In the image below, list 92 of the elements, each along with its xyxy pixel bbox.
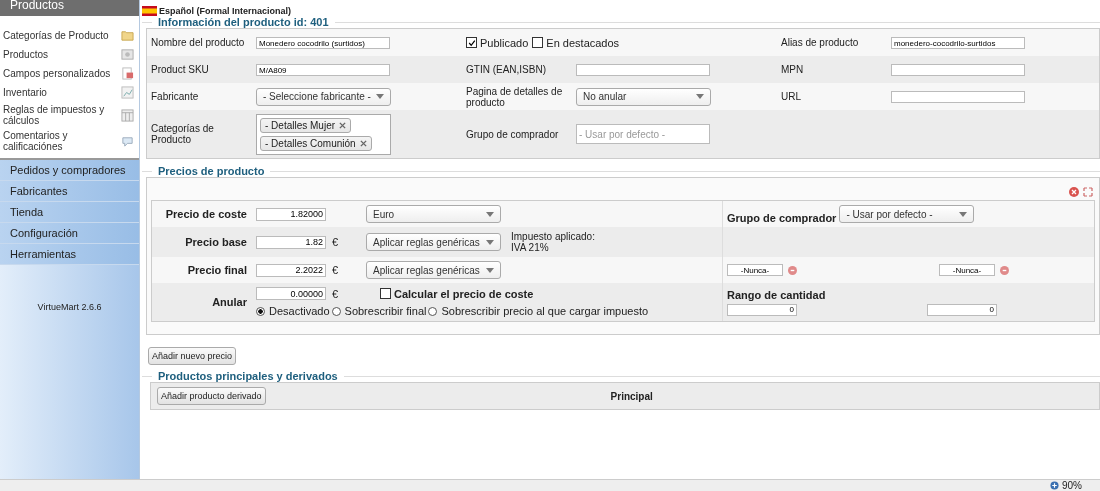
column-header: Principal xyxy=(610,390,653,402)
price-label: Precio final xyxy=(186,264,248,276)
sidebar-menu-item[interactable]: Herramientas xyxy=(0,244,139,265)
sidebar-menu-item[interactable]: Pedidos y compradores xyxy=(0,160,139,181)
field-label: Product SKU xyxy=(151,64,210,75)
chart-icon xyxy=(121,86,134,99)
sidebar-item[interactable]: Reglas de impuestos y cálculos xyxy=(0,102,139,128)
field-label: Nombre del producto xyxy=(151,37,246,48)
field-label: Categorías de Producto xyxy=(151,123,215,145)
field-label: Grupo de comprador xyxy=(466,128,560,140)
sidebar-item[interactable]: Comentarios y calificaciónes xyxy=(0,128,139,154)
caret-icon xyxy=(696,94,704,99)
table-icon xyxy=(121,108,134,122)
category-tag[interactable]: - Detalles Comunión xyxy=(260,135,372,151)
price-label: Precio base xyxy=(184,236,248,248)
text-field[interactable]: Monedero cocodrilo (surtidos) xyxy=(256,37,390,50)
dropdown[interactable]: Euro xyxy=(366,205,501,223)
expand-icon[interactable] xyxy=(1083,187,1093,197)
checkmark-icon xyxy=(467,38,476,47)
remove-icon[interactable] xyxy=(788,265,797,275)
caret-icon xyxy=(959,211,968,217)
field-label: GTIN (EAN,ISBN) xyxy=(466,64,547,75)
field-label: Grupo de comprador xyxy=(727,212,837,224)
remove-icon[interactable] xyxy=(359,139,367,147)
sidebar-header: Productos xyxy=(0,0,139,16)
radio-button[interactable]: Sobrescribir precio al que cargar impuesto xyxy=(428,305,649,317)
price-field[interactable]: 1.82000 xyxy=(256,207,326,221)
add-variant-button[interactable]: Añadir producto derivado xyxy=(157,387,266,405)
field-label: Pagina de detalles de producto xyxy=(466,85,564,108)
image-icon xyxy=(121,48,134,61)
quantity-field[interactable]: 0 xyxy=(727,303,797,316)
remove-icon[interactable] xyxy=(339,121,347,129)
quantity-field[interactable]: 0 xyxy=(927,303,997,316)
currency-symbol: € xyxy=(331,236,340,248)
document-icon xyxy=(121,67,134,80)
caret-icon xyxy=(486,239,494,245)
section-title: Productos principales y derivados xyxy=(157,370,339,382)
sidebar-item[interactable]: Categorías de Producto xyxy=(0,26,139,45)
sidebar-item[interactable]: Inventario xyxy=(0,83,139,102)
price-field[interactable]: 2.2022 xyxy=(256,263,326,277)
price-field[interactable]: 0.00000 xyxy=(256,287,326,300)
speech-bubble-icon xyxy=(121,134,134,148)
caret-icon xyxy=(486,211,494,217)
checkbox[interactable]: Calcular el precio de coste xyxy=(380,287,534,300)
folder-icon xyxy=(121,29,134,42)
dropdown[interactable]: - Seleccione fabricante - xyxy=(256,87,391,106)
radio-button[interactable]: Desactivado xyxy=(256,305,330,317)
zoom-level[interactable]: 90% xyxy=(1062,480,1082,491)
price-label: Precio de coste xyxy=(164,208,248,220)
category-tag[interactable]: - Detalles Mujer xyxy=(260,117,352,133)
field-label: URL xyxy=(781,91,802,102)
flag-icon xyxy=(142,5,157,16)
radio-button[interactable]: Sobrescribir final xyxy=(331,305,427,317)
remove-icon[interactable] xyxy=(1000,265,1009,275)
field-label: Alias de producto xyxy=(781,37,860,48)
section-title: Información del producto id: 401 xyxy=(157,16,330,28)
sidebar-menu-item[interactable]: Configuración xyxy=(0,223,139,244)
field-label: MPN xyxy=(781,64,805,75)
caret-icon xyxy=(376,94,384,99)
checkbox[interactable]: En destacados xyxy=(532,36,620,49)
price-field[interactable]: 1.82 xyxy=(256,235,326,249)
currency-symbol: € xyxy=(331,264,340,276)
dropdown[interactable]: Aplicar reglas genéricas xyxy=(366,233,501,251)
sidebar-item[interactable]: Productos xyxy=(0,45,139,64)
tag-field[interactable]: - Detalles Mujer - Detalles Comunión xyxy=(256,113,391,155)
text-field[interactable] xyxy=(891,91,1025,104)
version-text: VirtueMart 2.6.6 xyxy=(37,302,102,313)
text-field[interactable] xyxy=(891,64,1025,77)
zoom-icon[interactable] xyxy=(1050,481,1059,490)
text-field[interactable] xyxy=(576,64,710,77)
add-price-button[interactable]: Añadir nuevo precio xyxy=(148,347,237,365)
text-field[interactable]: - Usar por defecto - xyxy=(576,124,710,144)
tax-note: Impuesto aplicado: IVA 21% xyxy=(511,231,595,253)
date-field[interactable]: -Nunca- xyxy=(727,264,783,276)
remove-icon[interactable] xyxy=(1069,187,1079,197)
text-field[interactable]: monedero-cocodrilo-surtidos xyxy=(891,37,1025,50)
language-label: Español (Formal Internacional) xyxy=(159,5,292,16)
price-label: Anular xyxy=(211,296,248,308)
field-label: Fabricante xyxy=(151,91,200,102)
caret-icon xyxy=(486,267,494,273)
sidebar-menu-item[interactable]: Tienda xyxy=(0,202,139,223)
sidebar-item[interactable]: Campos personalizados xyxy=(0,64,139,83)
checkbox[interactable]: Publicado xyxy=(466,36,529,49)
dropdown[interactable]: Aplicar reglas genéricas xyxy=(366,261,501,279)
date-field[interactable]: -Nunca- xyxy=(939,264,995,276)
dropdown[interactable]: - Usar por defecto - xyxy=(839,205,975,223)
currency-symbol: € xyxy=(331,287,340,300)
section-title: Precios de producto xyxy=(157,165,266,177)
field-label: Rango de cantidad xyxy=(727,288,827,301)
text-field[interactable]: M/A809 xyxy=(256,64,390,77)
sidebar-menu-item[interactable]: Fabricantes xyxy=(0,181,139,202)
dropdown[interactable]: No anular xyxy=(576,87,711,106)
